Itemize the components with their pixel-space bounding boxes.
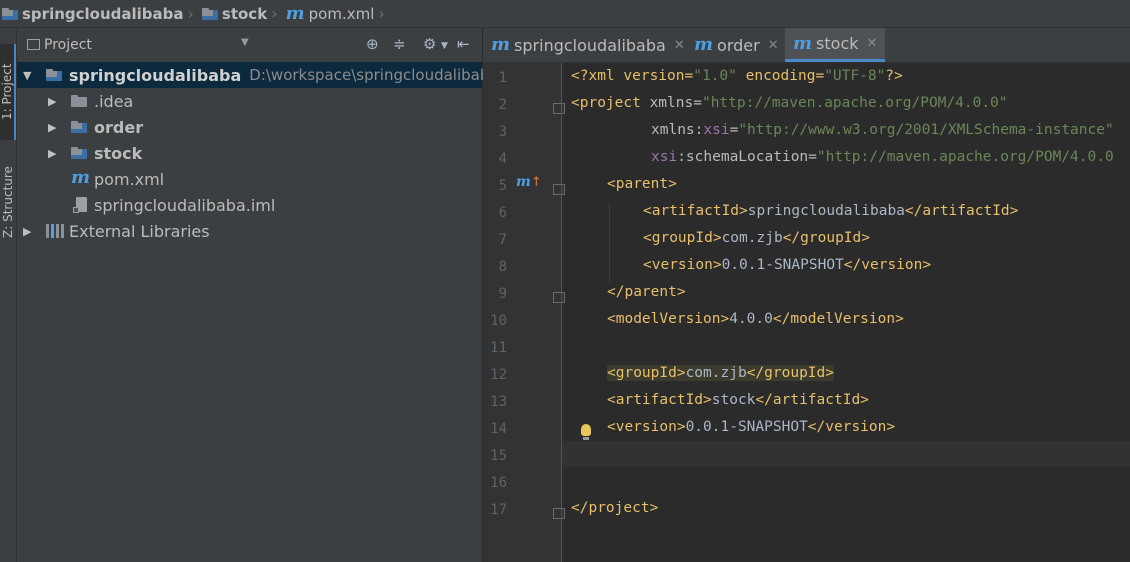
tab-springcloudalibaba[interactable]: m springcloudalibaba ✕	[483, 28, 693, 62]
tab-order[interactable]: m order ✕	[686, 28, 787, 62]
code-line-8[interactable]: <version>0.0.1-SNAPSHOT</version>	[643, 257, 931, 273]
tree-item-external-libraries[interactable]: ▶ External Libraries	[17, 218, 482, 244]
fold-marker-icon[interactable]	[553, 103, 565, 114]
fold-marker-icon[interactable]	[553, 184, 565, 195]
line-number: 5	[498, 178, 507, 194]
fold-marker-icon[interactable]	[553, 292, 565, 303]
code-line-10[interactable]: <modelVersion>4.0.0</modelVersion>	[607, 311, 904, 327]
tab-stock[interactable]: m stock ✕	[785, 28, 886, 62]
editor-tabs: m springcloudalibaba ✕ m order ✕ m stock…	[483, 28, 1130, 63]
breadcrumb-separator: ›	[187, 4, 194, 23]
code-line-3[interactable]: xmlns:xsi="http://www.w3.org/2001/XMLSch…	[651, 122, 1114, 138]
tree-item-stock[interactable]: ▶ stock	[17, 140, 482, 166]
overrides-parent-icon[interactable]: m↑	[516, 174, 542, 190]
line-number: 16	[490, 475, 507, 491]
breadcrumb-item-pom[interactable]: m pom.xml	[284, 0, 375, 28]
code-line-13[interactable]: <artifactId>stock</artifactId>	[607, 392, 869, 408]
code-line-4[interactable]: xsi:schemaLocation="http://maven.apache.…	[651, 149, 1114, 165]
close-icon[interactable]: ✕	[768, 38, 779, 53]
chevron-down-icon[interactable]: ▼	[23, 69, 31, 82]
module-folder-icon	[46, 69, 62, 81]
breadcrumb-item-stock[interactable]: stock	[200, 0, 267, 28]
line-number: 14	[490, 421, 507, 437]
tool-tab-structure[interactable]: Z: Structure	[0, 154, 16, 250]
line-number: 6	[498, 205, 507, 221]
maven-icon: m	[491, 34, 511, 55]
project-panel-header: Project ▼ ⊕ ≑ ⚙ ▼ ⇤	[17, 28, 482, 63]
line-number: 3	[498, 124, 507, 140]
editor: m springcloudalibaba ✕ m order ✕ m stock…	[483, 28, 1130, 562]
chevron-down-icon[interactable]: ▼	[441, 41, 448, 51]
collapse-all-icon[interactable]: ≑	[393, 35, 406, 53]
code-line-14[interactable]: <version>0.0.1-SNAPSHOT</version>	[607, 419, 895, 435]
chevron-down-icon[interactable]: ▼	[241, 37, 249, 48]
chevron-right-icon[interactable]: ▶	[48, 121, 56, 134]
code-line-5[interactable]: <parent>	[607, 176, 677, 192]
module-folder-icon	[201, 7, 218, 20]
chevron-right-icon[interactable]: ▶	[48, 147, 56, 160]
tool-tab-project[interactable]: 1: Project	[0, 44, 16, 140]
code-line-1[interactable]: <?xml version="1.0" encoding="UTF-8"?>	[571, 68, 903, 84]
line-number: 8	[498, 259, 507, 275]
code-line-17[interactable]: </project>	[571, 500, 658, 516]
code-line-9[interactable]: </parent>	[607, 284, 686, 300]
code-line-12[interactable]: <groupId>com.zjb</groupId>	[607, 365, 834, 381]
line-number: 7	[498, 232, 507, 248]
line-number: 13	[490, 394, 507, 410]
maven-icon: m	[694, 34, 714, 55]
line-number: 17	[490, 502, 507, 518]
gear-icon[interactable]: ⚙	[423, 35, 436, 53]
line-number: 4	[498, 151, 507, 167]
chevron-right-icon[interactable]: ▶	[23, 225, 31, 238]
module-file-icon	[73, 197, 87, 213]
project-view-icon	[27, 39, 40, 50]
close-icon[interactable]: ✕	[867, 36, 878, 51]
maven-icon: m	[285, 2, 305, 24]
line-number: 11	[490, 340, 507, 356]
breadcrumb-separator: ›	[271, 4, 278, 23]
chevron-right-icon[interactable]: ▶	[48, 95, 56, 108]
line-number: 1	[498, 70, 507, 86]
code-line-7[interactable]: <groupId>com.zjb</groupId>	[643, 230, 870, 246]
library-icon	[46, 224, 64, 238]
maven-icon: m	[793, 32, 813, 54]
line-number: 2	[498, 97, 507, 113]
lightbulb-icon[interactable]	[581, 424, 591, 440]
code-line-6[interactable]: <artifactId>springcloudalibaba</artifact…	[643, 203, 1018, 219]
project-panel: Project ▼ ⊕ ≑ ⚙ ▼ ⇤ ▼ springcloudalibaba…	[17, 28, 499, 562]
folder-icon	[71, 95, 87, 107]
navigation-breadcrumb: springcloudalibaba › stock › m pom.xml ›	[0, 0, 1130, 28]
line-number: 10	[490, 313, 507, 329]
left-tool-strip: 1: Project Z: Structure	[0, 28, 17, 562]
module-folder-icon	[71, 121, 87, 133]
hide-panel-icon[interactable]: ⇤	[457, 35, 470, 53]
gutter-divider	[561, 63, 562, 562]
tree-item-order[interactable]: ▶ order	[17, 114, 482, 140]
tree-item-pom[interactable]: m pom.xml	[17, 166, 482, 192]
module-folder-icon	[2, 7, 18, 20]
line-number: 15	[490, 448, 507, 464]
code-line-2[interactable]: <project xmlns="http://maven.apache.org/…	[571, 95, 1008, 111]
line-number: 12	[490, 367, 507, 383]
current-line-highlight	[561, 441, 1130, 467]
module-folder-icon	[71, 147, 87, 159]
tree-item-root[interactable]: ▼ springcloudalibaba D:\workspace\spring…	[17, 62, 499, 88]
tree-item-idea[interactable]: ▶ .idea	[17, 88, 482, 114]
tree-item-iml[interactable]: springcloudalibaba.iml	[17, 192, 482, 218]
breadcrumb-separator: ›	[378, 4, 385, 23]
maven-icon: m	[71, 167, 91, 188]
fold-marker-icon[interactable]	[553, 508, 565, 519]
indent-guide	[609, 203, 610, 283]
breadcrumb-item-root[interactable]: springcloudalibaba	[0, 0, 184, 28]
close-icon[interactable]: ✕	[674, 38, 685, 53]
locate-icon[interactable]: ⊕	[366, 35, 379, 53]
line-number: 9	[498, 286, 507, 302]
